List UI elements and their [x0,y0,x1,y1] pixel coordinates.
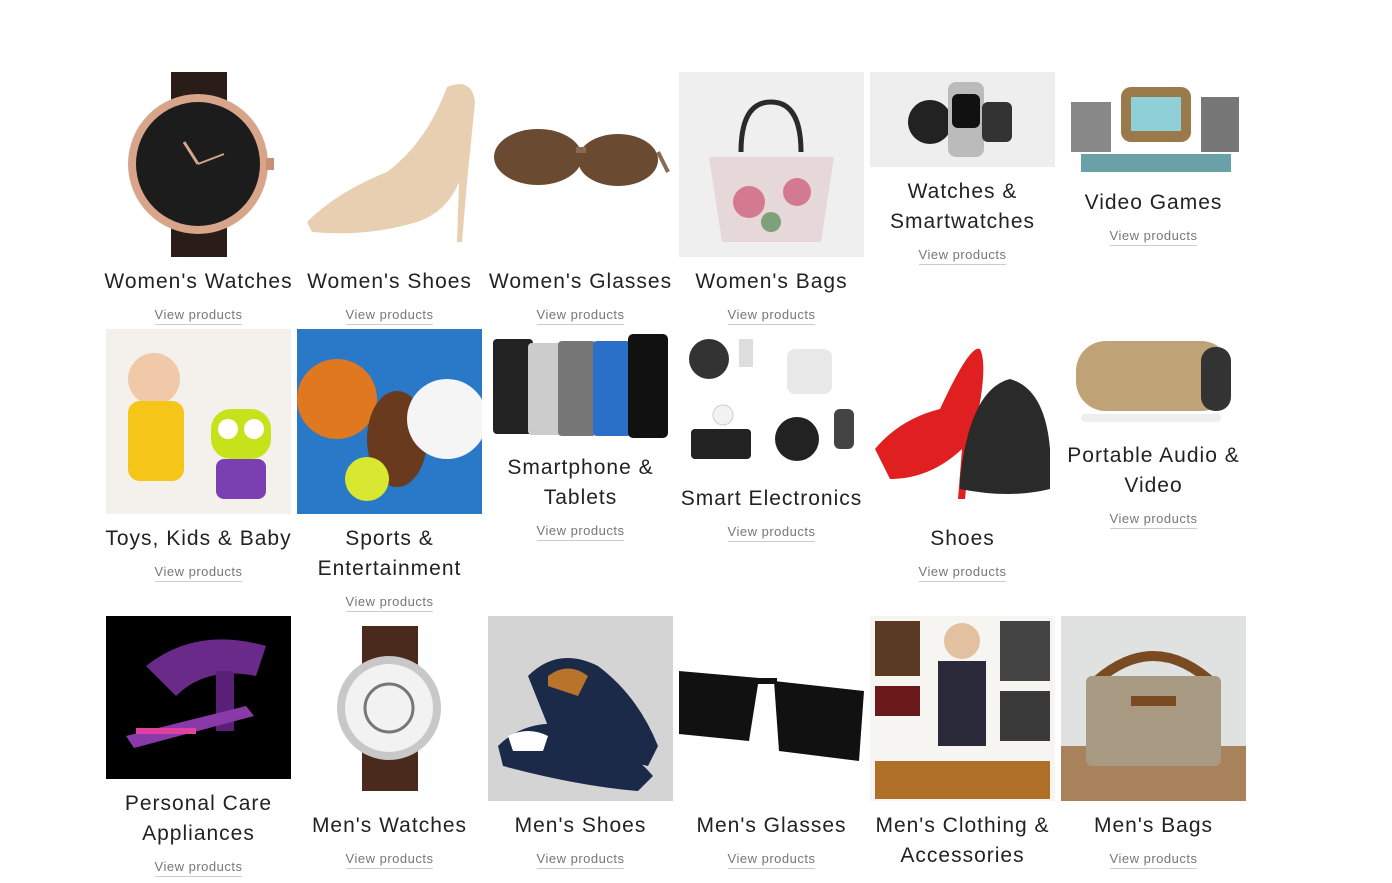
category-title: Men's Bags [1093,814,1214,837]
view-products-link[interactable]: View products [536,307,625,325]
shoes-image [870,329,1055,514]
category-card-video-games[interactable]: Video Games View products [1061,72,1246,246]
mens-shoes-image [488,616,673,801]
sports-entertainment-image [297,329,482,514]
category-card-shoes[interactable]: Shoes View products [870,329,1055,582]
category-card-mens-clothing-accessories[interactable]: Men's Clothing & Accessories View produc… [870,616,1055,883]
womens-watches-image [106,72,291,257]
view-products-link[interactable]: View products [154,307,243,325]
category-title: Toys, Kids & Baby [105,527,292,550]
view-products-link[interactable]: View products [727,851,816,869]
toys-kids-baby-image [106,329,291,514]
mens-bags-image [1061,616,1246,801]
category-title: Women's Glasses [488,270,673,293]
category-card-womens-bags[interactable]: Women's Bags View products [679,72,864,325]
category-title: Watches & Smartwatches [889,180,1036,233]
view-products-link[interactable]: View products [154,859,243,877]
category-title: Smartphone & Tablets [507,456,654,509]
womens-shoes-image [297,72,482,257]
category-card-mens-bags[interactable]: Men's Bags View products [1061,616,1246,869]
category-title: Women's Shoes [307,270,472,293]
category-card-toys-kids-baby[interactable]: Toys, Kids & Baby View products [105,329,291,582]
category-title: Sports & Entertainment [317,527,462,580]
view-products-link[interactable]: View products [1109,228,1198,246]
category-card-sports-entertainment[interactable]: Sports & Entertainment View products [297,329,482,612]
category-card-portable-audio-video[interactable]: Portable Audio & Video View products [1061,329,1246,529]
view-products-link[interactable]: View products [727,307,816,325]
category-card-smartphone-tablets[interactable]: Smartphone & Tablets View products [488,329,673,541]
category-card-womens-glasses[interactable]: Women's Glasses View products [488,72,673,325]
category-title: Portable Audio & Video [1067,444,1240,497]
view-products-link[interactable]: View products [154,564,243,582]
category-title: Men's Watches [311,814,468,837]
mens-glasses-image [679,616,864,801]
smart-electronics-image [679,329,864,474]
category-title: Men's Shoes [514,814,647,837]
womens-glasses-image [488,72,673,257]
view-products-link[interactable]: View products [918,247,1007,265]
view-products-link[interactable]: View products [345,594,434,612]
category-title: Shoes [930,527,995,550]
mens-watches-image [297,616,482,801]
smartphone-tablets-image [488,329,673,443]
view-products-link[interactable]: View products [1109,511,1198,529]
category-grid: Women's Watches View products Women's Sh… [0,0,1392,883]
category-card-watches-smartwatches[interactable]: Watches & Smartwatches View products [870,72,1055,265]
portable-audio-video-image [1061,329,1246,431]
category-card-mens-glasses[interactable]: Men's Glasses View products [679,616,864,869]
womens-bags-image [679,72,864,257]
category-title: Men's Clothing & Accessories [875,814,1050,867]
view-products-link[interactable]: View products [727,524,816,542]
category-card-smart-electronics[interactable]: Smart Electronics View products [679,329,864,542]
category-title: Personal Care Appliances [124,792,273,845]
view-products-link[interactable]: View products [345,307,434,325]
view-products-link[interactable]: View products [536,851,625,869]
watches-smartwatches-image [870,72,1055,167]
category-card-mens-watches[interactable]: Men's Watches View products [297,616,482,869]
view-products-link[interactable]: View products [918,564,1007,582]
view-products-link[interactable]: View products [536,523,625,541]
video-games-image [1061,72,1246,178]
mens-clothing-accessories-image [870,616,1055,801]
category-card-womens-shoes[interactable]: Women's Shoes View products [297,72,482,325]
personal-care-appliances-image [106,616,291,779]
category-title: Men's Glasses [696,814,847,837]
view-products-link[interactable]: View products [1109,851,1198,869]
category-card-personal-care-appliances[interactable]: Personal Care Appliances View products [106,616,291,877]
category-title: Women's Watches [104,270,293,293]
view-products-link[interactable]: View products [345,851,434,869]
category-card-mens-shoes[interactable]: Men's Shoes View products [488,616,673,869]
category-card-womens-watches[interactable]: Women's Watches View products [104,72,292,325]
category-title: Video Games [1084,191,1223,214]
category-title: Smart Electronics [680,487,863,510]
category-title: Women's Bags [695,270,848,293]
